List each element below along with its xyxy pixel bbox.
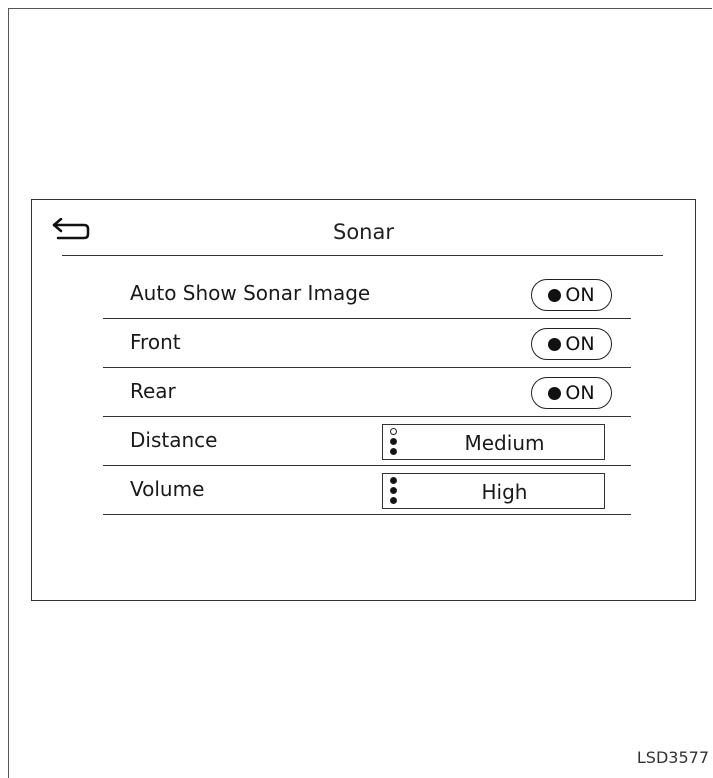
distance-selector[interactable]: Medium bbox=[382, 424, 605, 460]
toggle-indicator-icon bbox=[548, 386, 562, 400]
level-dot bbox=[390, 487, 397, 494]
toggle-indicator-icon bbox=[548, 337, 562, 351]
volume-selector[interactable]: High bbox=[382, 473, 605, 509]
level-dot bbox=[390, 448, 397, 455]
setting-row-rear[interactable]: Rear ON bbox=[103, 368, 631, 417]
level-indicator-icon bbox=[389, 428, 399, 456]
screen-header: Sonar bbox=[32, 200, 695, 256]
settings-list: Auto Show Sonar Image ON Front ON Rear O… bbox=[103, 270, 631, 515]
setting-row-volume[interactable]: Volume High bbox=[103, 466, 631, 515]
volume-value: High bbox=[481, 480, 528, 504]
level-dot bbox=[390, 428, 397, 435]
level-dot bbox=[390, 438, 397, 445]
setting-row-distance[interactable]: Distance Medium bbox=[103, 417, 631, 466]
auto-show-sonar-image-toggle[interactable]: ON bbox=[531, 279, 612, 311]
distance-value: Medium bbox=[464, 431, 545, 455]
level-dot bbox=[390, 477, 397, 484]
front-toggle[interactable]: ON bbox=[531, 328, 612, 360]
rear-toggle[interactable]: ON bbox=[531, 377, 612, 409]
setting-label: Distance bbox=[130, 428, 218, 452]
page-title: Sonar bbox=[333, 220, 394, 244]
setting-label: Front bbox=[130, 330, 181, 354]
toggle-indicator-icon bbox=[548, 288, 562, 302]
toggle-value: ON bbox=[565, 381, 595, 404]
setting-row-front[interactable]: Front ON bbox=[103, 319, 631, 368]
header-divider bbox=[62, 255, 663, 256]
setting-label: Rear bbox=[130, 379, 176, 403]
toggle-value: ON bbox=[565, 283, 595, 306]
level-dot bbox=[390, 497, 397, 504]
setting-label: Volume bbox=[130, 477, 205, 501]
level-indicator-icon bbox=[389, 477, 399, 505]
sonar-settings-screen: Sonar Auto Show Sonar Image ON Front ON … bbox=[31, 199, 696, 601]
setting-row-auto-show-sonar-image[interactable]: Auto Show Sonar Image ON bbox=[103, 270, 631, 319]
toggle-value: ON bbox=[565, 332, 595, 355]
setting-label: Auto Show Sonar Image bbox=[130, 281, 371, 305]
figure-code: LSD3577 bbox=[636, 748, 709, 767]
